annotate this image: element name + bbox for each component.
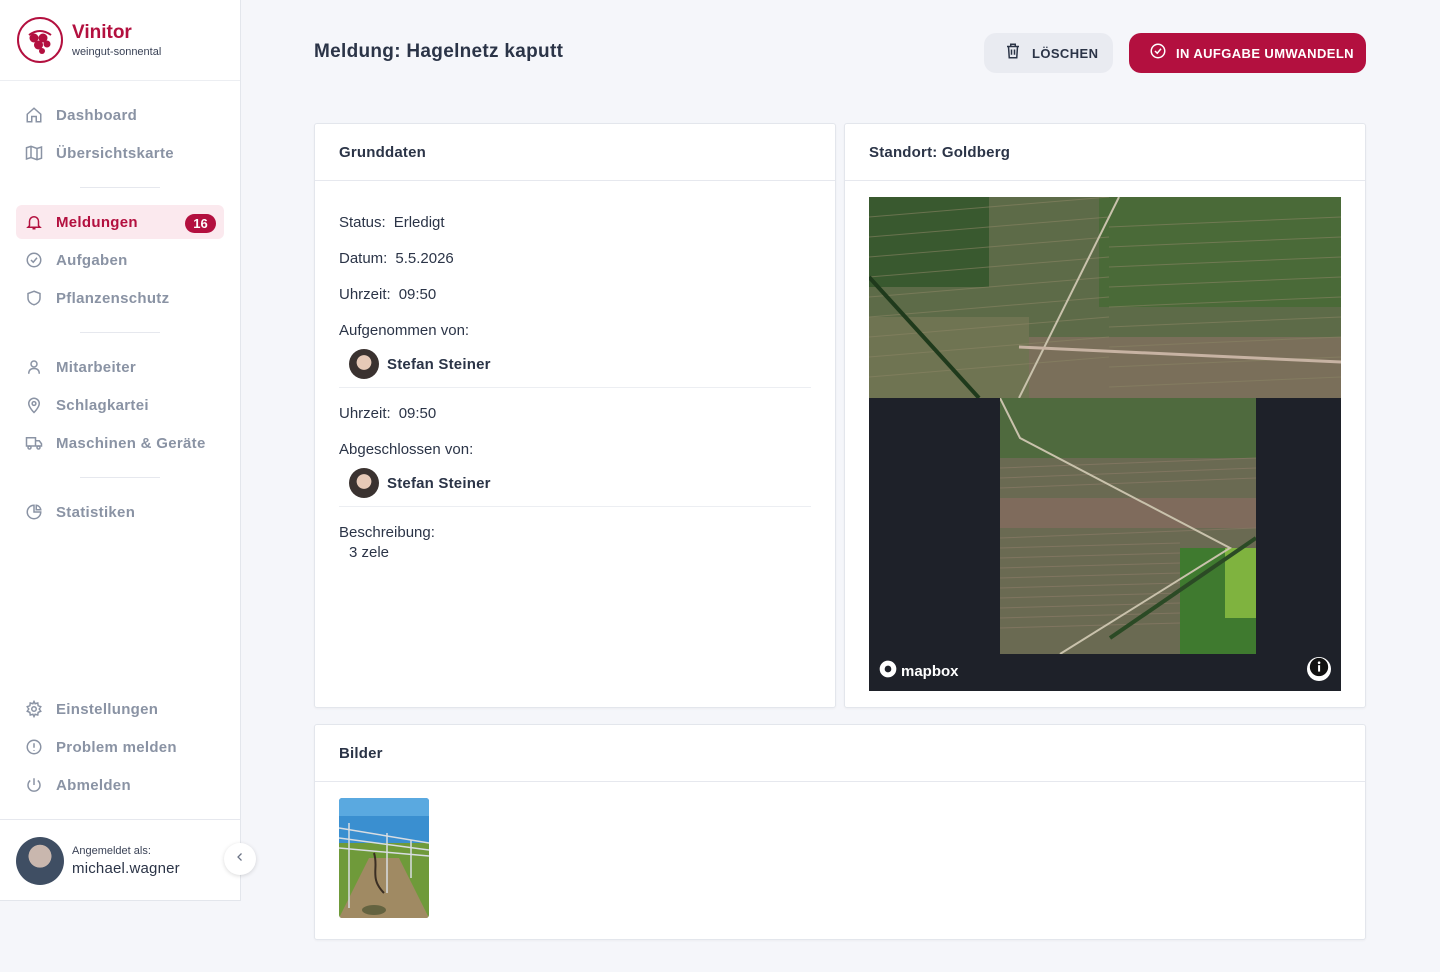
location-card: Standort: Goldberg mapbox: [844, 123, 1366, 708]
status-value: Erledigt: [393, 214, 445, 231]
avatar: [349, 468, 379, 498]
person-name: Stefan Steiner: [387, 474, 491, 492]
sidebar-item-label: Statistiken: [56, 503, 136, 521]
sidebar-item-statistiken[interactable]: Statistiken: [16, 495, 224, 529]
sidebar-item-label: Dashboard: [56, 106, 138, 124]
map-pin-icon: [24, 395, 44, 415]
brand[interactable]: Vinitor weingut-sonnental: [0, 0, 240, 81]
sidebar-item-meldungen[interactable]: Meldungen 16: [16, 205, 224, 239]
collapse-sidebar-button[interactable]: [224, 843, 256, 875]
logged-in-caption: Angemeldet als:: [72, 844, 151, 857]
image-thumbnail[interactable]: [339, 798, 429, 918]
power-icon: [24, 775, 44, 795]
sidebar-item-maschinen[interactable]: Maschinen & Geräte: [16, 426, 224, 460]
map-tile: [869, 197, 1341, 398]
delete-button-label: LÖSCHEN: [1032, 45, 1099, 61]
grunddaten-card: Grunddaten Status: Erledigt Datum: 5.5.202…: [314, 123, 836, 708]
map-tile: [1000, 398, 1256, 654]
mapbox-label: mapbox: [901, 662, 959, 680]
sidebar-item-pflanzenschutz[interactable]: Pflanzenschutz: [16, 281, 224, 315]
convert-to-task-button[interactable]: IN AUFGABE UMWANDELN: [1129, 33, 1366, 73]
delete-button[interactable]: LÖSCHEN: [984, 33, 1113, 73]
sidebar-item-label: Übersichtskarte: [56, 144, 174, 162]
chevron-left-icon: [234, 850, 246, 868]
sidebar-item-label: Abmelden: [56, 776, 131, 794]
sidebar-item-abmelden[interactable]: Abmelden: [16, 768, 224, 802]
check-circle-icon: [1149, 42, 1167, 65]
closed-time-label: Uhrzeit:: [339, 405, 391, 422]
sidebar-item-uebersichtskarte[interactable]: Übersichtskarte: [16, 136, 224, 170]
sidebar-item-dashboard[interactable]: Dashboard: [16, 98, 224, 132]
notification-count-badge: 16: [185, 214, 216, 233]
alert-circle-icon: [24, 737, 44, 757]
card-title: Standort: Goldberg: [845, 124, 1365, 181]
date-label: Datum:: [339, 250, 388, 267]
mapbox-logo-icon: [878, 659, 898, 683]
images-card: Bilder: [314, 724, 1366, 940]
mapbox-attribution: mapbox: [878, 659, 959, 683]
person-name: Stefan Steiner: [387, 355, 491, 373]
shield-icon: [24, 288, 44, 308]
pie-chart-icon: [24, 502, 44, 522]
page-title: Meldung: Hagelnetz kaputt: [314, 41, 564, 62]
avatar: [16, 836, 64, 885]
sidebar-item-label: Pflanzenschutz: [56, 289, 170, 307]
sidebar: Vinitor weingut-sonnental Dashboard Über…: [0, 0, 241, 901]
sidebar-item-schlagkartei[interactable]: Schlagkartei: [16, 388, 224, 422]
nav-divider: [80, 477, 160, 478]
closed-by-person: Stefan Steiner: [349, 468, 491, 498]
nav-divider: [80, 332, 160, 333]
time-row: Uhrzeit: 09:50: [339, 286, 436, 303]
sidebar-item-label: Maschinen & Geräte: [56, 434, 206, 452]
truck-icon: [24, 433, 44, 453]
description-value: 3 zele: [349, 544, 390, 561]
satellite-map[interactable]: mapbox: [869, 197, 1341, 691]
time-label: Uhrzeit:: [339, 286, 391, 303]
trash-icon: [1004, 42, 1022, 65]
grape-logo-icon: [17, 17, 63, 63]
map-icon: [24, 143, 44, 163]
username: michael.wagner: [72, 859, 180, 877]
sidebar-item-label: Meldungen: [56, 213, 138, 231]
user-icon: [24, 357, 44, 377]
status-row: Status: Erledigt: [339, 214, 445, 231]
home-icon: [24, 105, 44, 125]
sidebar-item-aufgaben[interactable]: Aufgaben: [16, 243, 224, 277]
status-label: Status:: [339, 214, 386, 231]
sidebar-item-einstellungen[interactable]: Einstellungen: [16, 692, 224, 726]
info-icon: [1308, 656, 1330, 683]
sidebar-item-label: Mitarbeiter: [56, 358, 136, 376]
sidebar-item-mitarbeiter[interactable]: Mitarbeiter: [16, 350, 224, 384]
vineyard-photo: [339, 798, 429, 918]
closed-time-value: 09:50: [398, 405, 437, 422]
divider: [339, 387, 811, 388]
current-user: Angemeldet als: michael.wagner: [0, 819, 240, 901]
card-title: Grunddaten: [315, 124, 835, 181]
divider: [339, 506, 811, 507]
closed-time-row: Uhrzeit: 09:50: [339, 405, 436, 422]
closed-by-label: Abgeschlossen von:: [339, 441, 474, 458]
check-circle-icon: [24, 250, 44, 270]
nav-divider: [80, 187, 160, 188]
sidebar-item-label: Problem melden: [56, 738, 177, 756]
tenant-name: weingut-sonnental: [72, 46, 162, 58]
brand-name: Vinitor: [72, 22, 132, 43]
avatar: [349, 349, 379, 379]
gear-icon: [24, 699, 44, 719]
date-value: 5.5.2026: [395, 250, 454, 267]
description-label: Beschreibung:: [339, 524, 435, 541]
card-title: Bilder: [315, 725, 1365, 782]
convert-button-label: IN AUFGABE UMWANDELN: [1176, 45, 1354, 61]
bell-icon: [24, 212, 44, 232]
recorded-by-label: Aufgenommen von:: [339, 322, 470, 339]
recorded-by-person: Stefan Steiner: [349, 349, 491, 379]
time-value: 09:50: [398, 286, 437, 303]
sidebar-item-label: Einstellungen: [56, 700, 159, 718]
sidebar-item-label: Aufgaben: [56, 251, 128, 269]
date-row: Datum: 5.5.2026: [339, 250, 454, 267]
sidebar-item-problem-melden[interactable]: Problem melden: [16, 730, 224, 764]
map-info-button[interactable]: [1307, 657, 1331, 681]
sidebar-item-label: Schlagkartei: [56, 396, 149, 414]
